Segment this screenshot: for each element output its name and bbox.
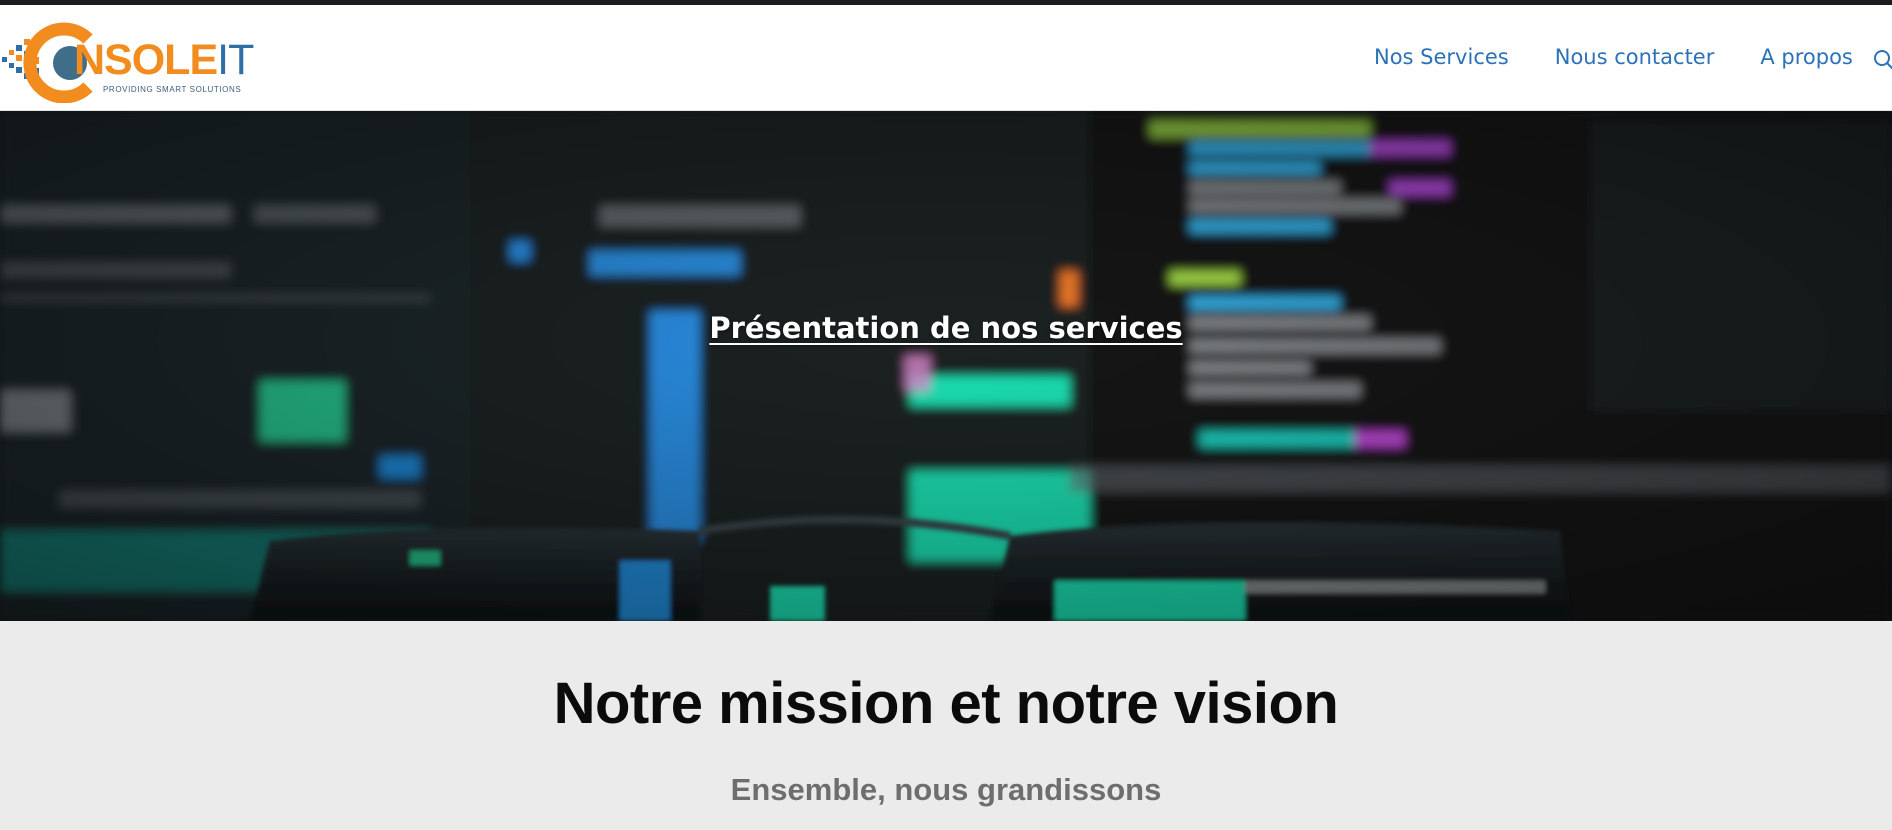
services-presentation-link[interactable]: Présentation de nos services — [0, 311, 1892, 345]
logo-tagline: PROVIDING SMART SOLUTIONS — [103, 85, 242, 94]
mission-title: Notre mission et notre vision — [553, 671, 1339, 736]
search-button[interactable] — [1873, 49, 1892, 71]
mission-subtitle: Ensemble, nous grandissons — [730, 772, 1162, 807]
logo-text-main: NSOLE — [74, 36, 218, 84]
nav-item-services[interactable]: Nos Services — [1374, 45, 1509, 69]
search-icon — [1874, 50, 1892, 70]
site-logo[interactable]: NSOLEIT PROVIDING SMART SOLUTIONS — [0, 17, 280, 103]
main-nav: Nos Services Nous contacter A propos — [1374, 45, 1892, 69]
logo-text-accent: IT — [217, 36, 254, 84]
nav-item-about[interactable]: A propos — [1760, 45, 1853, 69]
hero-banner: Présentation de nos services — [0, 111, 1892, 621]
nav-item-contact[interactable]: Nous contacter — [1555, 45, 1715, 69]
logo-wordmark: NSOLEIT — [74, 36, 254, 84]
hero-background-image — [0, 111, 1892, 621]
site-header: NSOLEIT PROVIDING SMART SOLUTIONS Nos Se… — [0, 5, 1892, 111]
